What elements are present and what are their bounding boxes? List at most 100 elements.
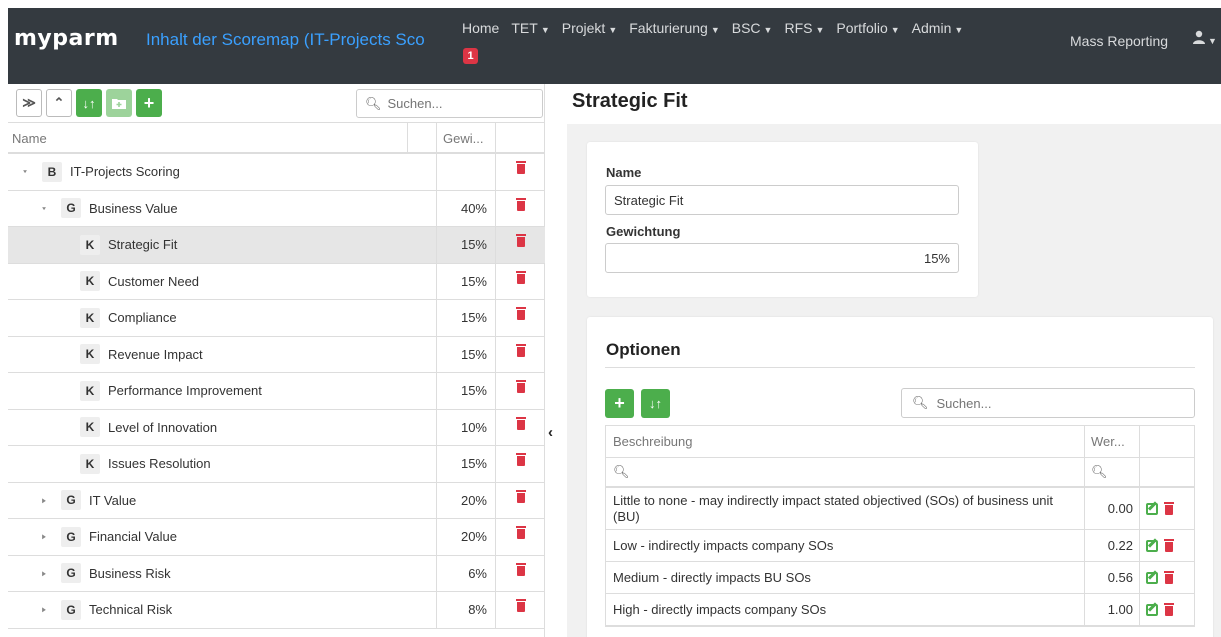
trash-icon[interactable]	[1164, 539, 1174, 552]
tree-row-weight: 15%	[437, 446, 496, 482]
nav-bsc[interactable]: BSC ▼	[726, 20, 779, 36]
option-actions	[1140, 530, 1194, 561]
tree-row[interactable]: K Customer Need 15%	[8, 263, 545, 300]
tree-row[interactable]: K Compliance 15%	[8, 300, 545, 337]
tree-row[interactable]: ▶ G Financial Value 20%	[8, 519, 545, 556]
option-row[interactable]: High - directly impacts company SOs 1.00	[606, 594, 1194, 626]
delete-button[interactable]	[496, 373, 545, 409]
value-filter[interactable]: 🔍︎	[1085, 458, 1140, 486]
nav-projekt[interactable]: Projekt ▼	[556, 20, 624, 36]
delete-button[interactable]	[496, 592, 545, 628]
col-header-name[interactable]: Name	[8, 123, 408, 152]
collapse-panel-chevron-icon[interactable]: ‹	[548, 424, 553, 441]
type-badge: K	[80, 344, 100, 365]
nav-rfs[interactable]: RFS ▼	[778, 20, 830, 36]
delete-button[interactable]	[496, 154, 545, 190]
options-search[interactable]: 🔍︎	[901, 388, 1195, 418]
description-filter[interactable]: 🔍︎	[606, 458, 1085, 486]
edit-icon[interactable]	[1146, 603, 1158, 616]
trash-icon[interactable]	[1164, 603, 1174, 616]
nav-admin[interactable]: Admin ▼	[906, 20, 970, 36]
trash-icon	[515, 234, 526, 248]
sort-options-button[interactable]: ↓↑	[641, 389, 670, 418]
delete-button[interactable]	[496, 227, 545, 263]
tree-row[interactable]: ▼ G Business Value 40%	[8, 190, 545, 227]
trash-icon[interactable]	[1164, 502, 1174, 515]
nav-label: Fakturierung	[629, 20, 708, 36]
tree-row[interactable]: ▼ B IT-Projects Scoring	[8, 154, 545, 191]
type-badge: K	[80, 307, 100, 328]
tree-search-input[interactable]	[387, 96, 528, 111]
tree-panel: ≫ ⌃ ↓↑ + 🔍︎ Name Gewi... ▼ B IT-Projects S…	[8, 84, 545, 637]
trash-icon	[515, 453, 526, 467]
tree-row[interactable]: K Performance Improvement 15%	[8, 373, 545, 410]
trash-icon[interactable]	[1164, 571, 1174, 584]
delete-button[interactable]	[496, 446, 545, 482]
add-folder-button[interactable]	[106, 89, 132, 117]
collapsed-caret-icon[interactable]: ▶	[40, 533, 48, 540]
collapse-all-button[interactable]: ≫	[16, 89, 42, 117]
chevron-down-icon: ▼	[1208, 36, 1217, 46]
delete-button[interactable]	[496, 519, 545, 555]
delete-button[interactable]	[496, 264, 545, 300]
nav-home[interactable]: Home	[456, 20, 505, 36]
tree-row-weight: 15%	[437, 263, 496, 299]
tree-row-weight: 15%	[437, 336, 496, 372]
expand-all-button[interactable]: ⌃	[46, 89, 72, 117]
add-option-button[interactable]: +	[605, 389, 634, 418]
delete-button[interactable]	[496, 410, 545, 446]
delete-button[interactable]	[496, 556, 545, 592]
collapsed-caret-icon[interactable]: ▶	[40, 606, 48, 613]
name-field[interactable]: Strategic Fit	[605, 185, 959, 215]
user-menu-button[interactable]: ▼	[1192, 30, 1217, 47]
tree-row[interactable]: ▶ G Technical Risk 8%	[8, 592, 545, 629]
nav-portfolio[interactable]: Portfolio ▼	[830, 20, 905, 36]
tree-row[interactable]: ▶ G IT Value 20%	[8, 482, 545, 519]
nav-tet[interactable]: TET ▼	[505, 20, 555, 36]
collapsed-caret-icon[interactable]: ▶	[40, 497, 48, 504]
options-search-input[interactable]	[936, 395, 1137, 411]
delete-button[interactable]	[496, 483, 545, 519]
tree-row[interactable]: ▶ G Business Risk 6%	[8, 555, 545, 592]
weight-field[interactable]: 15%	[605, 243, 959, 273]
tree-row[interactable]: K Issues Resolution 15%	[8, 446, 545, 483]
app-logo[interactable]: myparm	[14, 26, 119, 51]
trash-icon	[515, 197, 526, 211]
trash-icon	[515, 161, 526, 175]
sort-button[interactable]: ↓↑	[76, 89, 102, 117]
col-header-description[interactable]: Beschreibung	[606, 426, 1085, 457]
col-header-value[interactable]: Wer...	[1085, 426, 1140, 457]
option-row[interactable]: Medium - directly impacts BU SOs 0.56	[606, 562, 1194, 594]
option-row[interactable]: Little to none - may indirectly impact s…	[606, 488, 1194, 530]
collapsed-caret-icon[interactable]: ▶	[40, 570, 48, 577]
tree-row-weight: 6%	[437, 555, 496, 591]
tree-row-label: Business Value	[89, 200, 178, 216]
option-row[interactable]: Low - indirectly impacts company SOs 0.22	[606, 530, 1194, 562]
expanded-caret-icon[interactable]: ▼	[38, 206, 49, 211]
plus-icon: +	[614, 393, 625, 413]
search-icon: 🔍︎	[365, 95, 382, 111]
chevron-down-icon: ▼	[710, 25, 720, 35]
col-header-weight[interactable]: Gewi...	[437, 123, 496, 152]
nav-mass-reporting[interactable]: Mass Reporting	[1070, 33, 1168, 49]
tree-row[interactable]: K Strategic Fit 15%	[8, 227, 545, 264]
tree-row-name-cell: K Strategic Fit	[8, 227, 437, 263]
chevron-down-icon: ▼	[954, 25, 964, 35]
expanded-caret-icon[interactable]: ▼	[19, 169, 30, 174]
tree-row[interactable]: K Revenue Impact 15%	[8, 336, 545, 373]
option-description: Medium - directly impacts BU SOs	[606, 562, 1085, 593]
edit-icon[interactable]	[1146, 539, 1158, 552]
search-icon: 🔍︎	[912, 395, 929, 410]
nav-fakturierung[interactable]: Fakturierung ▼	[623, 20, 726, 36]
delete-button[interactable]	[496, 300, 545, 336]
tree-row-label: Performance Improvement	[108, 383, 262, 399]
tree-search[interactable]: 🔍︎	[356, 89, 543, 118]
delete-button[interactable]	[496, 337, 545, 373]
add-item-button[interactable]: +	[136, 89, 162, 117]
edit-icon[interactable]	[1146, 502, 1158, 515]
delete-button[interactable]	[496, 191, 545, 227]
tree-row[interactable]: K Level of Innovation 10%	[8, 409, 545, 446]
type-badge: K	[80, 453, 100, 474]
edit-icon[interactable]	[1146, 571, 1158, 584]
option-description: Low - indirectly impacts company SOs	[606, 530, 1085, 561]
